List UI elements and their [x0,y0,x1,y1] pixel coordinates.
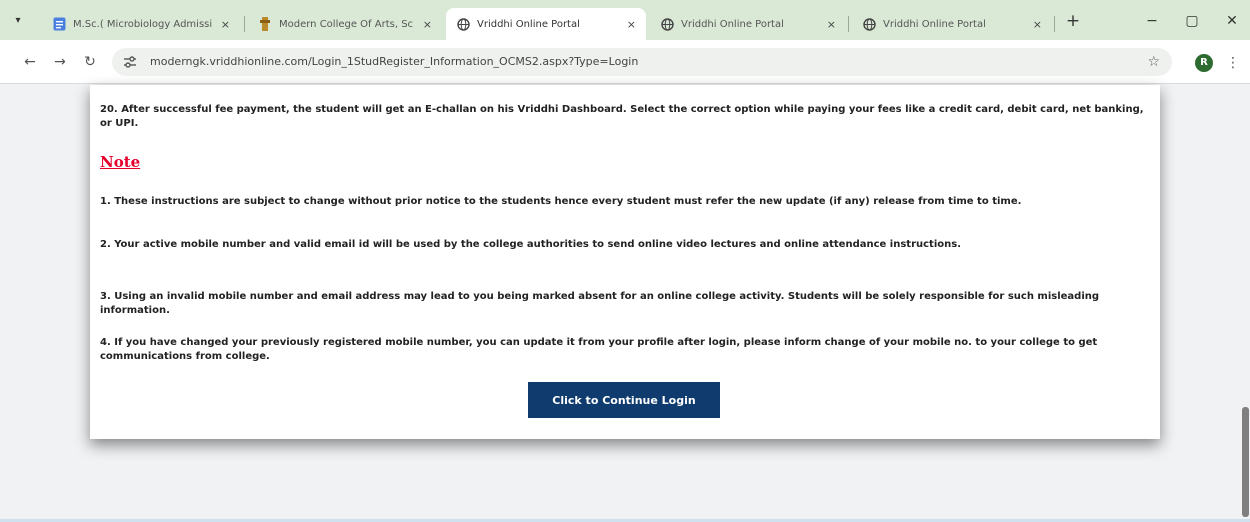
site-info-icon[interactable] [122,54,138,70]
note-item-1: 1. These instructions are subject to cha… [100,196,1022,207]
tab-search-dropdown[interactable]: ▾ [8,11,28,31]
tab-vriddhi-active[interactable]: Vriddhi Online Portal × [446,8,646,40]
reload-button[interactable]: ↻ [80,52,100,72]
tab-vriddhi-3[interactable]: Vriddhi Online Portal × [852,8,1052,40]
globe-icon [456,17,470,31]
continue-login-button[interactable]: Click to Continue Login [528,382,720,418]
tab-divider [848,16,849,32]
tab-close-icon[interactable]: × [1033,18,1042,31]
minimize-button[interactable]: − [1140,10,1164,32]
tab-title: Vriddhi Online Portal [477,18,580,30]
tab-title: Vriddhi Online Portal [883,18,986,30]
tab-close-icon[interactable]: × [827,18,836,31]
college-logo-icon [258,17,272,31]
tab-vriddhi-2[interactable]: Vriddhi Online Portal × [650,8,846,40]
note-item-3: 3. Using an invalid mobile number and em… [100,291,1100,316]
tab-strip: ▾ M.Sc.( Microbiology Admissi × Modern C… [0,0,1250,40]
new-tab-button[interactable]: + [1062,10,1084,32]
scrollbar-thumb[interactable] [1242,407,1249,517]
url-text[interactable]: moderngk.vriddhionline.com/Login_1StudRe… [150,48,638,76]
page-viewport: 20. After successful fee payment, the st… [0,85,1250,522]
tab-close-icon[interactable]: × [423,18,432,31]
window-close-button[interactable]: ✕ [1220,10,1244,32]
tab-divider [1054,16,1055,32]
instruction-item-20: 20. After successful fee payment, the st… [100,104,1144,129]
note-item-4: 4. If you have changed your previously r… [100,337,1098,362]
forward-button[interactable]: → [50,52,70,72]
globe-icon [862,17,876,31]
back-button[interactable]: ← [20,52,40,72]
tab-modern-college[interactable]: Modern College Of Arts, Sc × [248,8,442,40]
doc-icon [52,17,66,31]
browser-toolbar: ← → ↻ moderngk.vriddhionline.com/Login_1… [0,40,1250,84]
tab-title: Modern College Of Arts, Sc [279,18,414,30]
address-bar[interactable]: moderngk.vriddhionline.com/Login_1StudRe… [112,48,1172,76]
tab-close-icon[interactable]: × [221,18,230,31]
instructions-card: 20. After successful fee payment, the st… [90,85,1160,439]
tab-title: Vriddhi Online Portal [681,18,784,30]
browser-menu-icon[interactable]: ⋮ [1226,52,1240,74]
maximize-button[interactable]: ▢ [1180,10,1204,32]
note-heading: Note [100,153,141,171]
profile-avatar[interactable]: R [1195,54,1213,72]
tab-close-icon[interactable]: × [627,18,636,31]
bookmark-star-icon[interactable]: ☆ [1147,48,1160,76]
tab-msc-microbiology[interactable]: M.Sc.( Microbiology Admissi × [42,8,240,40]
tab-title: M.Sc.( Microbiology Admissi [73,18,213,30]
note-item-2: 2. Your active mobile number and valid e… [100,239,961,250]
tab-divider [244,16,245,32]
globe-icon [660,17,674,31]
